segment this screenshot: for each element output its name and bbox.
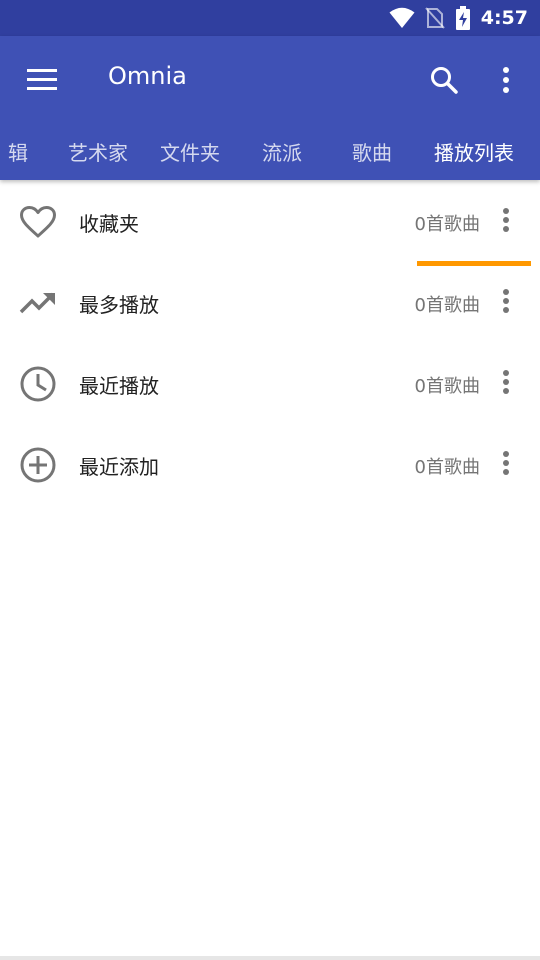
search-button[interactable] <box>420 56 468 104</box>
app-bar: Omnia 辑 艺术家 文件夹 流派 歌曲 播放列表 <box>0 36 540 266</box>
more-vert-icon <box>503 451 509 475</box>
bottom-edge <box>0 956 540 960</box>
search-icon <box>431 67 458 94</box>
app-title: Omnia <box>108 62 187 90</box>
playlist-name: 最近播放 <box>79 374 159 398</box>
heart-icon <box>18 202 58 242</box>
playlist-list: 收藏夹 0首歌曲 最多播放 0首歌曲 最近播放 0首歌曲 最近添加 0首歌曲 <box>0 180 540 504</box>
song-count: 0首歌曲 <box>414 457 480 478</box>
song-count: 0首歌曲 <box>414 376 480 397</box>
add-circle-icon <box>18 445 58 485</box>
tab-bar: 辑 艺术家 文件夹 流派 歌曲 播放列表 <box>0 122 540 266</box>
row-more-button[interactable] <box>492 202 520 238</box>
menu-icon <box>27 69 57 90</box>
tab-folders[interactable]: 文件夹 <box>146 122 234 180</box>
list-item[interactable]: 最近添加 0首歌曲 <box>0 423 540 504</box>
more-vert-icon <box>503 67 509 93</box>
row-more-button[interactable] <box>492 445 520 481</box>
tab-playlists[interactable]: 播放列表 <box>417 122 531 180</box>
more-vert-icon <box>503 208 509 232</box>
tab-songs[interactable]: 歌曲 <box>336 122 408 180</box>
list-item[interactable]: 最近播放 0首歌曲 <box>0 342 540 423</box>
tab-albums[interactable]: 辑 <box>0 122 38 180</box>
row-more-button[interactable] <box>492 283 520 319</box>
playlist-name: 最多播放 <box>79 293 159 317</box>
status-time: 4:57 <box>480 7 528 29</box>
row-more-button[interactable] <box>492 364 520 400</box>
tab-artists[interactable]: 艺术家 <box>54 122 142 180</box>
overflow-menu-button[interactable] <box>484 56 528 104</box>
toolbar: Omnia <box>0 36 540 122</box>
clock-icon <box>18 364 58 404</box>
playlist-name: 最近添加 <box>79 455 159 479</box>
list-item[interactable]: 收藏夹 0首歌曲 <box>0 180 540 261</box>
trending-up-icon <box>18 283 58 323</box>
status-bar: 4:57 <box>0 0 540 36</box>
menu-button[interactable] <box>20 58 64 102</box>
wifi-icon <box>389 7 415 29</box>
battery-charging-icon <box>455 6 471 30</box>
song-count: 0首歌曲 <box>414 295 480 316</box>
tab-genres[interactable]: 流派 <box>246 122 318 180</box>
more-vert-icon <box>503 289 509 313</box>
list-item[interactable]: 最多播放 0首歌曲 <box>0 261 540 342</box>
song-count: 0首歌曲 <box>414 214 480 235</box>
playlist-name: 收藏夹 <box>79 212 139 236</box>
no-sim-icon <box>424 7 445 29</box>
more-vert-icon <box>503 370 509 394</box>
